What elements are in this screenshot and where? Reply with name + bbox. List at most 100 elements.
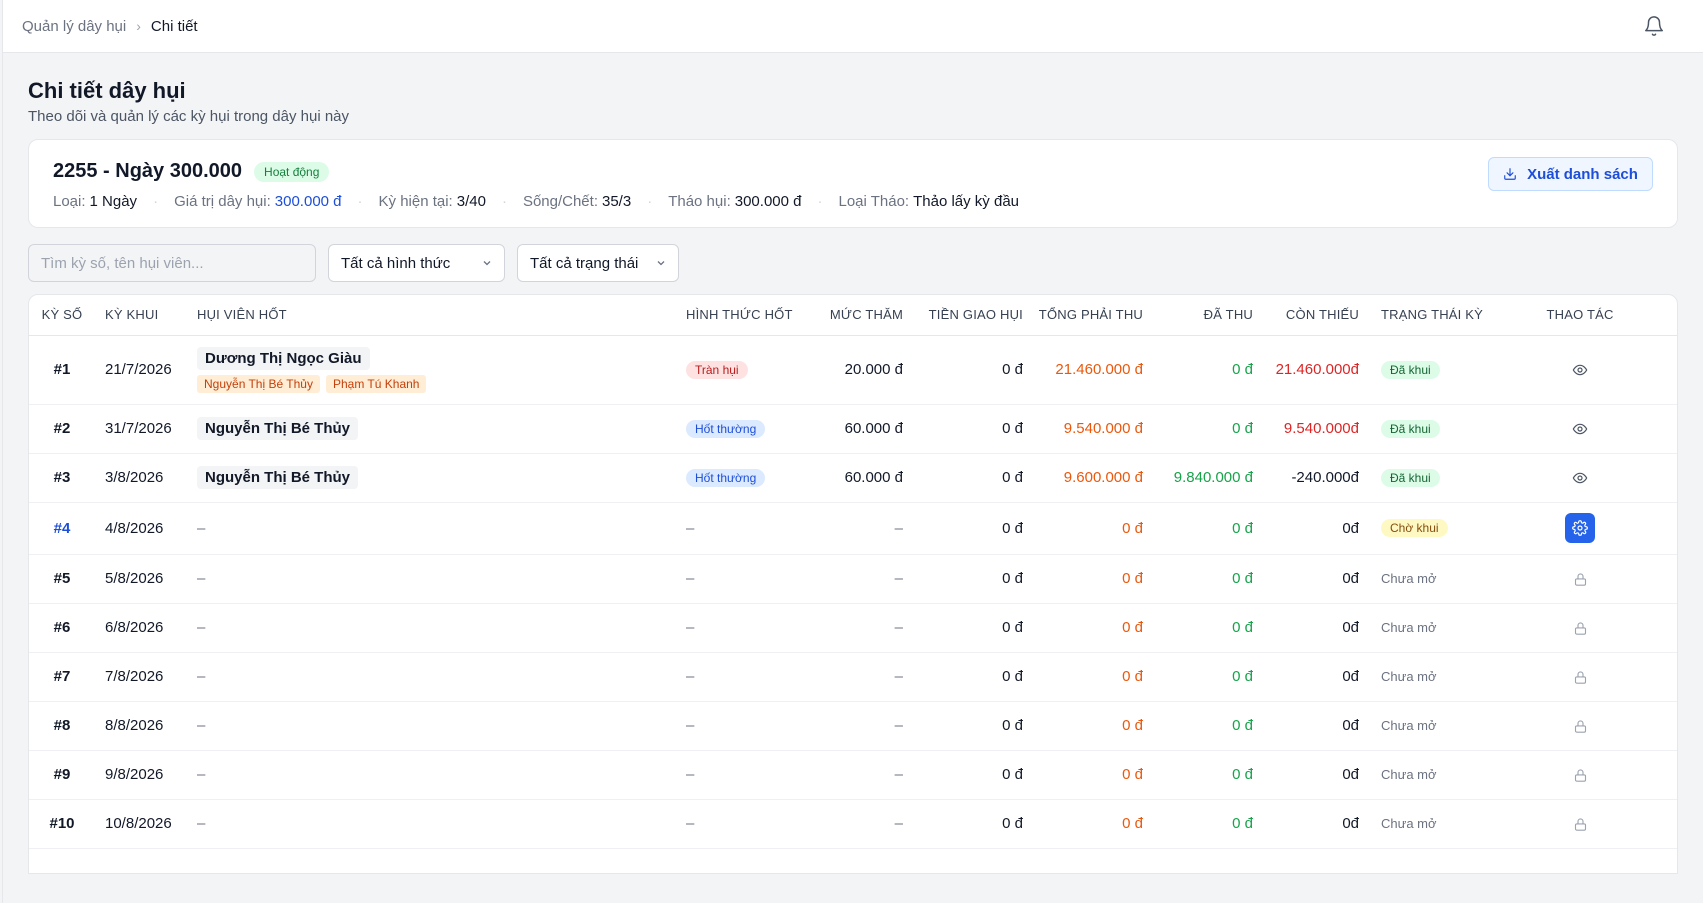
form-badge: – xyxy=(686,717,695,734)
muc-tham-cell: – xyxy=(810,701,903,751)
thao-tac-cell xyxy=(1483,453,1677,503)
thao-tac-cell xyxy=(1483,404,1677,454)
ky-so-cell: #1 xyxy=(29,335,95,405)
hinh-thuc-cell: Hốt thường xyxy=(686,404,810,454)
status-select-value: Tất cả trạng thái xyxy=(530,254,639,272)
table-row: #7 7/8/2026– – –0 đ0 đ0 đ 0đ Chưa mở xyxy=(29,652,1677,702)
member-name: Nguyễn Thị Bé Thủy xyxy=(197,417,359,440)
locked-indicator xyxy=(1573,766,1588,783)
summary-card: 2255 - Ngày 300.000 Hoạt động Loại: 1 Ng… xyxy=(28,139,1678,228)
tien-giao-cell: 0 đ xyxy=(903,404,1023,454)
locked-indicator xyxy=(1573,717,1588,734)
ky-so-cell: #7 xyxy=(29,652,95,702)
bell-icon[interactable] xyxy=(1643,15,1665,37)
con-thieu-cell: 0đ xyxy=(1253,554,1359,604)
form-badge: – xyxy=(686,519,695,537)
muc-tham-cell: 20.000 đ xyxy=(810,335,903,405)
form-select[interactable]: Tất cả hình thức xyxy=(328,244,505,282)
value-label: Giá trị dây hụi: xyxy=(174,193,271,210)
trang-thai-cell: Chưa mở xyxy=(1359,799,1484,849)
thao-label: Tháo hụi: xyxy=(668,193,731,210)
tien-giao-cell: 0 đ xyxy=(903,453,1023,503)
tien-giao-cell: 0 đ xyxy=(903,502,1023,555)
locked-indicator xyxy=(1573,668,1588,685)
lock-icon xyxy=(1574,572,1586,586)
lock-icon xyxy=(1574,621,1586,635)
ky-khui-cell: 3/8/2026 xyxy=(95,453,197,503)
view-button[interactable] xyxy=(1572,361,1588,378)
da-thu-cell: 0 đ xyxy=(1143,603,1253,653)
hui-vien-cell: – xyxy=(197,750,686,800)
lock-icon xyxy=(1574,768,1586,782)
configure-button[interactable] xyxy=(1565,513,1596,543)
ky-so-cell: #2 xyxy=(29,404,95,454)
thao-value: 300.000 đ xyxy=(734,193,802,210)
meta-dot: · xyxy=(153,193,159,210)
ky-so-cell: #9 xyxy=(29,750,95,800)
thao-tac-cell xyxy=(1483,750,1677,800)
tien-giao-cell: 0 đ xyxy=(903,652,1023,702)
trang-thai-cell: Chờ khui xyxy=(1359,502,1484,555)
table-row: #2 31/7/2026 Nguyễn Thị Bé Thủy Hốt thường 6… xyxy=(29,404,1677,454)
hinh-thuc-cell: – xyxy=(686,502,810,555)
ky-so-cell: #6 xyxy=(29,603,95,653)
filter-bar: Tất cả hình thức Tất cả trạng thái xyxy=(28,244,1678,282)
search-input[interactable] xyxy=(28,244,316,282)
table-row: #8 8/8/2026– – –0 đ0 đ0 đ 0đ Chưa mở xyxy=(29,701,1677,751)
form-select-value: Tất cả hình thức xyxy=(341,254,451,272)
tong-thu-cell: 9.540.000 đ xyxy=(1023,404,1143,454)
ky-khui-cell: 8/8/2026 xyxy=(95,701,197,751)
thao-type-label: Loại Tháo: xyxy=(838,193,910,210)
ky-so-cell: #10 xyxy=(29,799,95,849)
tong-thu-cell: 21.460.000 đ xyxy=(1023,335,1143,405)
view-button[interactable] xyxy=(1572,469,1588,486)
eye-icon xyxy=(1572,472,1588,484)
meta-dot: · xyxy=(357,193,363,210)
con-thieu-cell: 0đ xyxy=(1253,799,1359,849)
eye-icon xyxy=(1572,364,1588,376)
trang-thai-cell: Đã khui xyxy=(1359,453,1484,503)
lock-icon xyxy=(1574,670,1586,684)
member-empty: – xyxy=(197,619,206,636)
form-badge: – xyxy=(686,570,695,587)
tong-thu-cell: 0 đ xyxy=(1023,502,1143,555)
hui-vien-cell: – xyxy=(197,502,686,555)
col-header-tien-giao: TIỀN GIAO HỤI xyxy=(903,295,1023,336)
ky-khui-cell: 7/8/2026 xyxy=(95,652,197,702)
export-label: Xuất danh sách xyxy=(1527,165,1638,183)
col-header-hinh-thuc: HÌNH THỨC HỐT xyxy=(686,295,810,336)
chevron-down-icon xyxy=(657,261,665,266)
status-badge: Chưa mở xyxy=(1381,718,1437,733)
trang-thai-cell: Chưa mở xyxy=(1359,652,1484,702)
breadcrumb-parent[interactable]: Quản lý dây hụi xyxy=(22,18,126,35)
col-header-hui-vien: HỤI VIÊN HỐT xyxy=(197,295,686,336)
ky-khui-cell: 9/8/2026 xyxy=(95,750,197,800)
ky-khui-cell: 6/8/2026 xyxy=(95,603,197,653)
view-button[interactable] xyxy=(1572,420,1588,437)
member-name: Dương Thị Ngọc Giàu xyxy=(197,346,370,370)
summary-meta: Loại: 1 Ngày · Giá trị dây hụi: 300.000 … xyxy=(53,193,1653,210)
sub-member-chip: Phạm Tú Khanh xyxy=(325,374,427,393)
thao-tac-cell xyxy=(1483,603,1677,653)
app-frame: Quản lý dây hụi › Chi tiết Chi tiết dây … xyxy=(2,0,1703,903)
thao-tac-cell xyxy=(1483,701,1677,751)
form-badge: – xyxy=(686,815,695,832)
hui-vien-cell: – xyxy=(197,701,686,751)
hui-vien-cell: – xyxy=(197,799,686,849)
form-badge: – xyxy=(686,619,695,636)
table-row: #6 6/8/2026– – –0 đ0 đ0 đ 0đ Chưa mở xyxy=(29,603,1677,653)
con-thieu-cell: 21.460.000đ xyxy=(1253,335,1359,405)
col-header-trang-thai: TRẠNG THÁI KỲ xyxy=(1359,295,1484,336)
hinh-thuc-cell: – xyxy=(686,652,810,702)
tien-giao-cell: 0 đ xyxy=(903,335,1023,405)
export-button[interactable]: Xuất danh sách xyxy=(1488,157,1653,191)
tong-thu-cell: 0 đ xyxy=(1023,554,1143,604)
hinh-thuc-cell: – xyxy=(686,554,810,604)
tong-thu-cell: 0 đ xyxy=(1023,652,1143,702)
hinh-thuc-cell: Tràn hụi xyxy=(686,335,810,405)
con-thieu-cell: 0đ xyxy=(1253,701,1359,751)
muc-tham-cell: – xyxy=(810,554,903,604)
status-select[interactable]: Tất cả trạng thái xyxy=(517,244,679,282)
member-empty: – xyxy=(197,519,206,537)
table-row: #10 10/8/2026– – –0 đ0 đ0 đ 0đ Chưa mở xyxy=(29,799,1677,849)
